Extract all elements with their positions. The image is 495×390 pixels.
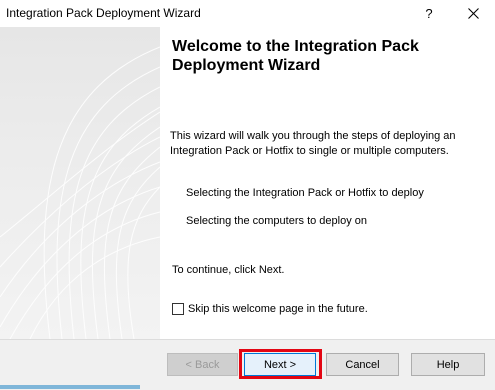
skip-welcome-label[interactable]: Skip this welcome page in the future. bbox=[188, 303, 368, 315]
window-title: Integration Pack Deployment Wizard bbox=[6, 6, 201, 20]
close-icon bbox=[467, 8, 479, 19]
help-button[interactable]: Help bbox=[411, 353, 485, 376]
title-help-button[interactable]: ? bbox=[412, 0, 446, 27]
continue-text: To continue, click Next. bbox=[172, 264, 285, 276]
skip-welcome-checkbox[interactable] bbox=[172, 302, 184, 315]
back-button[interactable]: < Back bbox=[167, 353, 238, 376]
cancel-button[interactable]: Cancel bbox=[326, 353, 399, 376]
next-button[interactable]: Next > bbox=[244, 353, 316, 376]
close-button[interactable] bbox=[456, 0, 490, 27]
title-bar: Integration Pack Deployment Wizard ? bbox=[0, 0, 495, 27]
skip-welcome-option[interactable]: Skip this welcome page in the future. bbox=[172, 301, 368, 316]
intro-text: This wizard will walk you through the st… bbox=[170, 130, 456, 157]
wizard-side-banner bbox=[0, 27, 160, 339]
step-item: Selecting the Integration Pack or Hotfix… bbox=[186, 187, 424, 199]
bottom-edge-strip bbox=[0, 385, 140, 389]
step-item: Selecting the computers to deploy on bbox=[186, 215, 368, 227]
welcome-heading: Welcome to the Integration Pack Deployme… bbox=[172, 38, 419, 74]
